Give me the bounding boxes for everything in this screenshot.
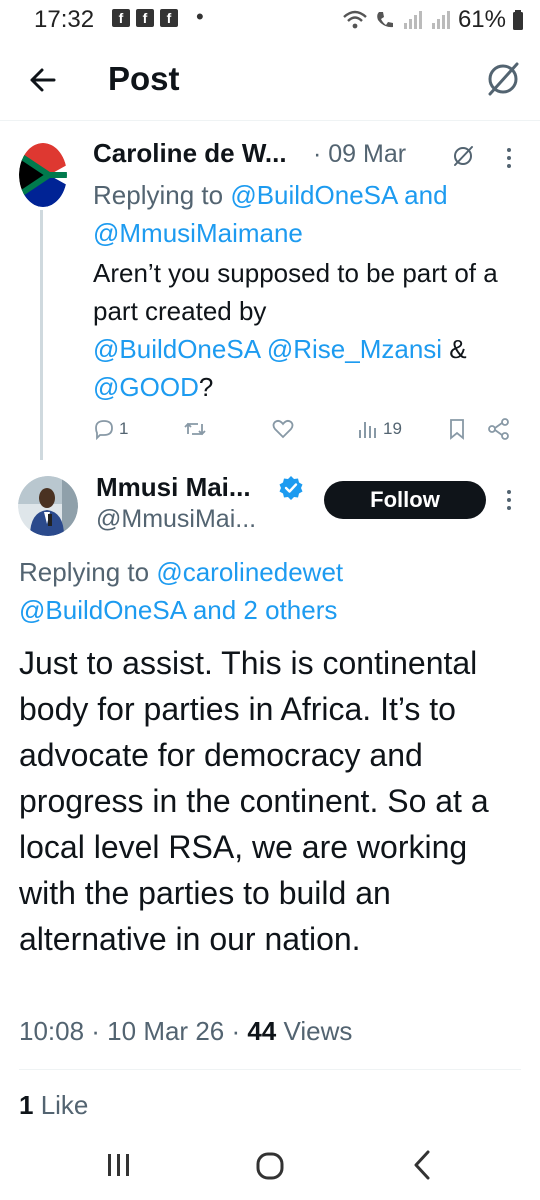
mention-link[interactable]: @BuildOneSA <box>93 334 260 364</box>
likes-count: 1 <box>19 1090 34 1120</box>
views-action[interactable]: 19 <box>357 418 402 440</box>
app-header: Post <box>0 48 540 114</box>
header-divider <box>0 120 540 121</box>
signal-icon <box>403 11 422 29</box>
author-name[interactable]: Mmusi Mai... <box>96 472 251 503</box>
grok-icon[interactable] <box>451 144 475 168</box>
more-options-icon[interactable] <box>503 488 515 512</box>
retweet-icon <box>184 422 206 436</box>
signal-icon-2 <box>431 11 450 29</box>
arrow-left-icon[interactable] <box>24 60 64 100</box>
reply-context: Replying to @carolinedewet @BuildOneSA an… <box>19 553 519 629</box>
avatar[interactable] <box>19 143 67 207</box>
facebook-notification-icon: f <box>112 9 130 27</box>
mention-link[interactable]: @BuildOneSA <box>19 595 186 625</box>
avatar[interactable] <box>18 476 78 536</box>
views-label: Views <box>276 1016 353 1046</box>
mention-link[interactable]: @BuildOneSA <box>230 180 397 210</box>
replying-others[interactable]: and 2 others <box>186 595 338 625</box>
facebook-notification-icon: f <box>160 9 178 27</box>
bookmark-action[interactable] <box>447 418 467 440</box>
reply-date[interactable]: · 09 Mar <box>313 140 406 169</box>
wifi-calling-icon <box>377 12 393 28</box>
recent-apps-icon[interactable] <box>104 1150 134 1180</box>
thread-connector-line <box>40 210 43 460</box>
views-icon <box>359 422 376 438</box>
more-notifications-dot: • <box>196 4 204 29</box>
system-nav-bar <box>0 1130 540 1200</box>
wifi-icon <box>343 10 367 29</box>
tweet-body: Just to assist. This is continental body… <box>19 645 489 957</box>
bookmark-icon <box>450 419 464 440</box>
tweet-meta: 10:08 · 10 Mar 26 · 44 Views <box>19 1016 352 1047</box>
views-count: 44 <box>247 1016 277 1046</box>
battery-level: 61% <box>457 6 506 33</box>
likes-summary[interactable]: 1 Like <box>19 1090 88 1121</box>
question-mark: ? <box>198 372 214 402</box>
facebook-notification-icon: f <box>136 9 154 27</box>
heart-icon <box>272 419 294 439</box>
likes-label: Like <box>33 1090 89 1120</box>
author-handle[interactable]: @MmusiMai... <box>96 505 256 534</box>
mention-link[interactable]: @GOOD <box>93 372 199 402</box>
status-time: 17:32 <box>34 6 95 33</box>
reply-body: Aren’t you supposed to be part of a part… <box>93 254 523 406</box>
retweet-action[interactable] <box>183 418 207 440</box>
mention-link[interactable]: @Rise_Mzansi <box>267 334 442 364</box>
divider <box>19 1069 521 1070</box>
reply-count: 1 <box>119 419 129 438</box>
grok-icon[interactable] <box>484 60 522 98</box>
verified-badge-icon[interactable] <box>278 475 304 501</box>
page-title: Post <box>108 60 180 97</box>
battery-icon <box>513 10 523 30</box>
status-bar: 17:32 f f f • 61% <box>0 0 540 40</box>
ampersand-text: & <box>442 334 467 364</box>
home-icon[interactable] <box>254 1150 286 1182</box>
views-count: 19 <box>383 419 402 438</box>
like-action[interactable] <box>271 418 295 440</box>
mention-link[interactable]: @carolinedewet <box>156 557 343 587</box>
reply-context: Replying to @BuildOneSA and @MmusiMaimane <box>93 176 513 252</box>
replying-label: Replying to <box>93 180 231 210</box>
replying-and[interactable]: and <box>397 180 447 210</box>
reply-icon <box>95 420 113 440</box>
back-icon[interactable] <box>410 1148 434 1182</box>
status-right-group: 61% <box>342 6 524 34</box>
follow-button[interactable]: Follow <box>324 481 486 519</box>
notification-icons: f f f <box>112 9 178 27</box>
share-action[interactable] <box>487 418 511 440</box>
reply-action[interactable]: 1 <box>93 418 128 440</box>
replying-label: Replying to <box>19 557 157 587</box>
reply-text: Aren’t you supposed to be part of a part… <box>93 258 498 326</box>
tweet-timestamp[interactable]: 10:08 · 10 Mar 26 · <box>19 1016 247 1046</box>
mention-link[interactable]: @MmusiMaimane <box>93 218 303 248</box>
reply-action-bar: 1 19 <box>93 418 523 448</box>
share-icon <box>488 418 509 440</box>
more-options-icon[interactable] <box>503 146 515 170</box>
reply-author-name[interactable]: Caroline de W... <box>93 138 287 169</box>
